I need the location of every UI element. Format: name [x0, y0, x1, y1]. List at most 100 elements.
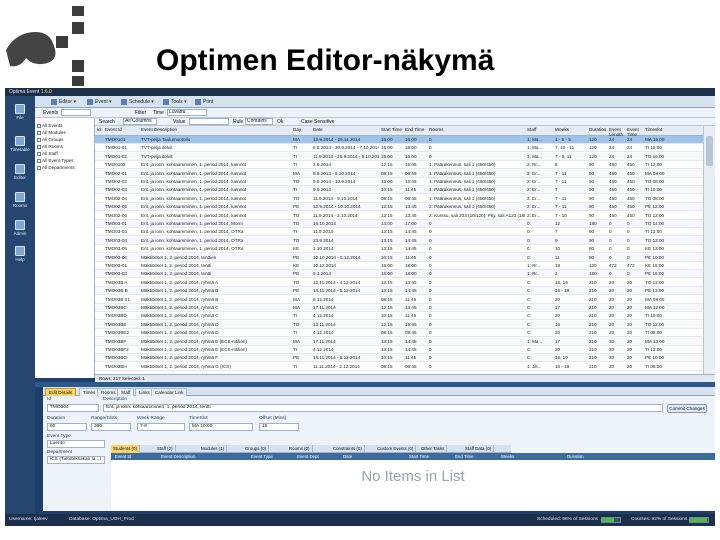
column-header[interactable]: Event Id	[105, 126, 139, 136]
column-header[interactable]: Id	[97, 126, 103, 136]
week-range-field[interactable]: 7-8	[137, 423, 185, 431]
rule-select[interactable]: Contains	[245, 118, 273, 125]
tab-edit-details[interactable]: Edit Details	[45, 388, 77, 396]
table-row[interactable]: TMO03BF2 Mäktiöitset 1, 2. period 2014, r…	[95, 346, 703, 354]
column-header[interactable]: Duration	[589, 126, 607, 136]
subgrid-column-header[interactable]: Event Id	[115, 453, 131, 460]
menu-event[interactable]: Event ▾	[87, 98, 112, 106]
subgrid-column-header[interactable]: Event Description	[161, 453, 195, 460]
case-sensitive-checkbox[interactable]: Case Sensitive	[301, 118, 334, 126]
table-row[interactable]: TMO0101 TVT-peija Taulumuotoilu MA 13.9.201…	[95, 136, 703, 144]
sidebar-item-editor[interactable]: Editor	[8, 164, 32, 186]
column-header[interactable]: Staff	[527, 126, 553, 136]
department-select[interactable]: ICS (Tietotekniikan la...)	[47, 456, 105, 464]
column-header[interactable]: Rooms	[429, 126, 525, 136]
subtab[interactable]: Other Tasks	[419, 445, 448, 453]
columns-select[interactable]: All Columns	[123, 118, 157, 125]
menu-tools[interactable]: Tools ▾	[163, 98, 187, 106]
table-row[interactable]: TMO03BD Mäktiöitset 1, 2. period 2014, ry…	[95, 312, 703, 321]
scrollbar-thumb[interactable]	[706, 136, 713, 166]
subgrid-column-header[interactable]: Event Dept	[297, 453, 319, 460]
tab-staff[interactable]: Staff	[117, 388, 135, 396]
table-row[interactable]: TMO02-05 Erit. ja ionn. kohtaamminen, 1. …	[95, 203, 703, 212]
table-row[interactable]: TMO03B A Mäktiöitset 1, 2. period 2014, r…	[95, 279, 703, 287]
table-row[interactable]: TMO03B B Mäktiöitset 1, 2. period 2014, r…	[95, 287, 703, 296]
grid-scrollbar[interactable]	[703, 126, 715, 374]
table-row[interactable]: TMO03-05 Erit. ja ionn. kohtaamminen, 1. …	[95, 245, 703, 254]
subgrid-column-header[interactable]: Duration	[567, 453, 584, 460]
tree-item[interactable]: All Events	[37, 123, 62, 128]
column-header[interactable]: Date	[313, 126, 379, 136]
time-select[interactable]: Luvattu	[167, 109, 207, 116]
sidebar-item-timetable[interactable]: Timetable	[8, 136, 32, 158]
column-header[interactable]: Event Time	[627, 126, 643, 136]
tree-item[interactable]: All Event Types	[37, 158, 74, 163]
range-field[interactable]: 360	[91, 423, 131, 431]
tree-item[interactable]: All Staff	[37, 151, 58, 156]
table-row[interactable]: TMO02-01 Erit. ja ionn. kohtaamminen, 1. …	[95, 169, 703, 178]
column-header[interactable]: Day	[293, 126, 311, 136]
menu-editor[interactable]: Editor ▾	[51, 98, 76, 106]
tree-item[interactable]: All Rooms	[37, 144, 63, 149]
commit-changes-button[interactable]: Commit Changes	[667, 404, 707, 413]
table-row[interactable]: TMO03B 01 Mäktiöitset 1, 2. period 2014, …	[95, 296, 703, 304]
event-type-select[interactable]: Luento	[47, 440, 105, 448]
table-row[interactable]: TMO03-03 Mäktiöitset 1, 2. period 2014, t…	[95, 270, 703, 279]
column-header[interactable]: Event Description	[141, 126, 291, 136]
tree-item[interactable]: All Groups	[37, 137, 63, 142]
table-row[interactable]: TMO02-06 Erit. ja ionn. kohtaamminen, 1. …	[95, 212, 703, 220]
column-header[interactable]: End Time	[405, 126, 427, 136]
table-row[interactable]: TMO03BF Mäktiöitset 1, 2. period 2014, ry…	[95, 337, 703, 346]
table-row[interactable]: TMO02-03 Erit. ja ionn. kohtaamminen, 1. …	[95, 186, 703, 195]
column-header[interactable]: Weeks	[555, 126, 587, 136]
description-field[interactable]: Erit. ja ionn. kohtaamminen, 1. period 2…	[103, 404, 663, 412]
subtab[interactable]: Groups (0)	[243, 445, 269, 453]
sidebar-item-rooms[interactable]: Rooms	[8, 192, 32, 214]
subgrid-column-header[interactable]: End Time	[455, 453, 474, 460]
duration-field[interactable]: 60	[47, 423, 87, 431]
subgrid-column-header[interactable]: Weeks	[501, 453, 514, 460]
table-row[interactable]: TMO03BE2 Mäktiöitset 1, 2. period 2014, r…	[95, 329, 703, 338]
table-row[interactable]: TMO03BH Mäktiöitset 1, 2. period 2014, ry…	[95, 363, 703, 371]
table-row[interactable]: TMO01-02 TVT-peija itelvit TI 11.9.2014 - 2…	[95, 152, 703, 161]
menu-schedule[interactable]: Schedule ▾	[121, 98, 154, 106]
value-input[interactable]	[189, 118, 229, 125]
table-row[interactable]: TMO0102 Erit. ja ionn. kohtaamminen, 1. p…	[95, 161, 703, 170]
table-row[interactable]: TMO03-01 Mäktiöitset 1, 2. period 2014, t…	[95, 262, 703, 270]
ok-button[interactable]: Ok	[277, 118, 283, 126]
events-select[interactable]	[61, 109, 91, 116]
table-row[interactable]: TMO03BC Mäktiöitset 1, 2. period 2014, ry…	[95, 304, 703, 312]
subtab[interactable]: Staff Data (0)	[463, 445, 495, 453]
menu-print[interactable]: Print	[195, 98, 213, 106]
table-row[interactable]: TMO03-01 Erit. ja ionn. kohtaamminen, 1. …	[95, 220, 703, 228]
tree-item[interactable]: All Departments	[37, 165, 75, 170]
table-row[interactable]: TMO03BG Mäktiöitset 1, 2. period 2014, ry…	[95, 354, 703, 363]
subtab[interactable]: Modules (1)	[199, 445, 228, 453]
sidebar-item-help[interactable]: Help	[8, 246, 32, 268]
subtab[interactable]: Constraints (0)	[331, 445, 365, 453]
table-row[interactable]: TMO03BE Mäktiöitset 1, 2. period 2014, ry…	[95, 320, 703, 329]
subtab[interactable]: Students (0)	[111, 445, 140, 453]
column-header[interactable]: Timeslot	[645, 126, 675, 136]
id-field[interactable]: TMO304	[47, 404, 99, 412]
table-row[interactable]: TMO02-02 Erit. ja ionn. kohtaamminen, 1. …	[95, 178, 703, 186]
table-row[interactable]: TMO02-04 Erit. ja ionn. kohtaamminen, 1. …	[95, 195, 703, 203]
subgrid-column-header[interactable]: Event Type	[251, 453, 273, 460]
subgrid-column-header[interactable]: Start Time	[409, 453, 429, 460]
subgrid-column-header[interactable]: Date	[343, 453, 352, 460]
table-row[interactable]: TMO03-06 Mäktiöitset 1, 2. period 2014, t…	[95, 253, 703, 262]
table-row[interactable]: TMO03-03 Erit. ja ionn. kohtaamminen, 1. …	[95, 228, 703, 237]
subtab[interactable]: Staff (2)	[155, 445, 176, 453]
timeslot-field[interactable]: MA 10:00	[189, 423, 253, 431]
column-header[interactable]: Start Time	[381, 126, 403, 136]
sidebar-item-file[interactable]: File	[8, 104, 32, 126]
subtab[interactable]: Rooms (0)	[287, 445, 313, 453]
column-header[interactable]: Event Length	[609, 126, 625, 136]
offset-field[interactable]: 15	[259, 423, 299, 431]
table-row[interactable]: TMO03-04 Erit. ja ionn. kohtaamminen, 1. …	[95, 236, 703, 245]
table-row[interactable]: TMO01-01 TVT-peija itelvit TI 6.8.2014 - 30…	[95, 144, 703, 153]
tree-item[interactable]: All Modules	[37, 130, 66, 135]
sidebar-item-admin[interactable]: Admin	[8, 220, 32, 242]
tab-calendar-link[interactable]: Calendar Link	[151, 388, 188, 396]
subtab[interactable]: Custom Events (0)	[375, 445, 417, 453]
